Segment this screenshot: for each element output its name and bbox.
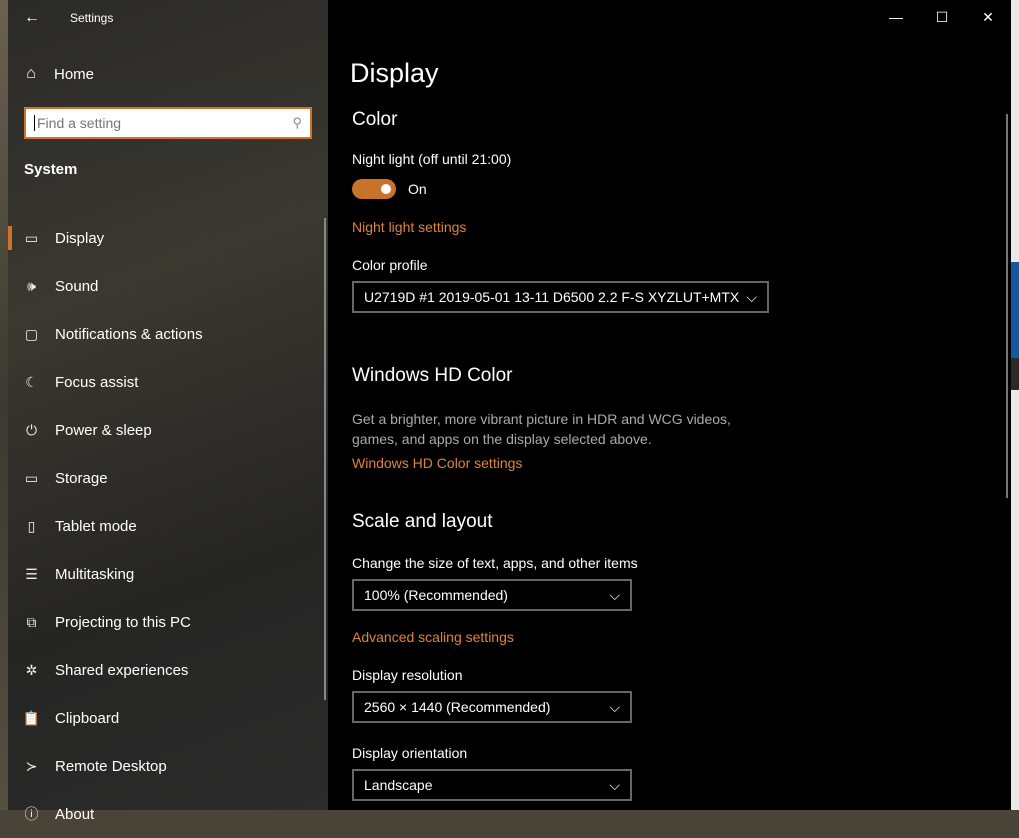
sidebar-item-icon: ✲ (25, 661, 38, 678)
sidebar-item-sound[interactable]: 🕪 Sound (8, 262, 328, 310)
home-icon: ⌂ (26, 65, 36, 82)
size-label: Change the size of text, apps, and other… (352, 555, 638, 571)
sidebar-item-label: Storage (55, 469, 108, 487)
back-arrow-icon[interactable]: ← (8, 9, 56, 27)
dropdown-value: U2719D #1 2019-05-01 13-11 D6500 2.2 F-S… (364, 289, 740, 305)
sidebar-item-clipboard[interactable]: 📋 Clipboard (8, 694, 328, 742)
sidebar-item-icon: ≻ (25, 757, 38, 774)
sidebar-item-label: Clipboard (55, 709, 120, 727)
resolution-label: Display resolution (352, 667, 463, 683)
chevron-down-icon: ⌵ (609, 776, 620, 793)
night-light-settings-link[interactable]: Night light settings (352, 219, 1011, 235)
sidebar-item-label: Tablet mode (55, 517, 137, 535)
sidebar-item-tablet-mode[interactable]: ▯ Tablet mode (8, 502, 328, 550)
sidebar-item-icon: 📋 (22, 709, 41, 726)
color-profile-label: Color profile (352, 257, 428, 273)
sidebar-item-icon: 🕪 (27, 277, 36, 294)
sidebar-item-about[interactable]: ⓘ About (8, 790, 328, 838)
sidebar-item-remote-desktop[interactable]: ≻ Remote Desktop (8, 742, 328, 790)
search-input[interactable] (34, 115, 293, 131)
sidebar-item-label: Focus assist (55, 373, 139, 391)
main-pane: — ☐ ✕ Display Color Night light (off unt… (328, 0, 1011, 810)
maximize-button[interactable]: ☐ (919, 0, 965, 34)
home-label: Home (54, 65, 95, 83)
background-window (1011, 0, 1019, 810)
resolution-dropdown[interactable]: 2560 × 1440 (Recommended) ⌵ (352, 691, 632, 723)
home-link[interactable]: ⌂ Home (8, 56, 328, 92)
color-profile-dropdown[interactable]: U2719D #1 2019-05-01 13-11 D6500 2.2 F-S… (352, 281, 769, 313)
nav-list: ▭ Display 🕪 Sound ▢ Notifications & actions ☾ F… (8, 214, 328, 838)
close-button[interactable]: ✕ (965, 0, 1011, 34)
sidebar-scrollbar[interactable] (324, 218, 326, 700)
settings-window: ← Settings ⌂ Home ⚲ System ▭ Display 🕪 Soun… (8, 0, 1011, 823)
sidebar-item-icon: ▯ (27, 517, 36, 534)
section-title: System (24, 161, 78, 178)
search-icon[interactable]: ⚲ (292, 115, 302, 131)
night-light-label: Night light (off until 21:00) (352, 151, 512, 167)
sidebar-item-label: Display (55, 229, 105, 247)
sidebar-item-storage[interactable]: ▭ Storage (8, 454, 328, 502)
orientation-dropdown[interactable]: Landscape ⌵ (352, 769, 632, 801)
sidebar-item-icon: ☾ (25, 373, 38, 390)
sidebar-item-notifications-actions[interactable]: ▢ Notifications & actions (8, 310, 328, 358)
sidebar-item-label: Multitasking (55, 565, 135, 583)
night-light-toggle[interactable]: On (352, 179, 1011, 199)
desktop-background (0, 0, 8, 810)
sidebar-item-shared-experiences[interactable]: ✲ Shared experiences (8, 646, 328, 694)
toggle-state: On (408, 181, 427, 197)
hd-color-heading: Windows HD Color (352, 365, 513, 386)
sidebar-item-icon: ▢ (24, 325, 39, 342)
dropdown-value: 2560 × 1440 (Recommended) (364, 699, 551, 715)
dropdown-value: 100% (Recommended) (364, 587, 508, 603)
sidebar-item-icon: ⧉ (26, 613, 37, 630)
sidebar-item-label: Power & sleep (55, 421, 152, 439)
main-scrollbar[interactable] (1006, 114, 1008, 498)
scale-dropdown[interactable]: 100% (Recommended) ⌵ (352, 579, 632, 611)
color-heading: Color (352, 109, 398, 130)
sidebar-item-label: Sound (55, 277, 99, 295)
chevron-down-icon: ⌵ (746, 288, 757, 305)
sidebar-item-icon: ▭ (24, 229, 39, 246)
page-title: Display (350, 58, 439, 88)
sidebar-item-icon: ⏻ (25, 421, 38, 438)
sidebar-item-icon: ⓘ (24, 806, 39, 822)
sidebar-item-label: Projecting to this PC (55, 613, 191, 631)
hd-color-description: Get a brighter, more vibrant picture in … (352, 411, 731, 447)
hd-color-settings-link[interactable]: Windows HD Color settings (352, 455, 1011, 471)
sidebar-item-label: About (55, 805, 95, 823)
sidebar-item-power-sleep[interactable]: ⏻ Power & sleep (8, 406, 328, 454)
sidebar-item-label: Notifications & actions (55, 325, 203, 343)
sidebar-item-icon: ☰ (25, 565, 38, 582)
search-box[interactable]: ⚲ (24, 107, 312, 139)
advanced-scaling-link[interactable]: Advanced scaling settings (352, 629, 1011, 645)
chevron-down-icon: ⌵ (609, 698, 620, 715)
minimize-button[interactable]: — (873, 0, 919, 34)
sidebar-item-multitasking[interactable]: ☰ Multitasking (8, 550, 328, 598)
sidebar-item-label: Shared experiences (55, 661, 189, 679)
sidebar-item-icon: ▭ (24, 469, 39, 486)
sidebar: ← Settings ⌂ Home ⚲ System ▭ Display 🕪 Soun… (8, 0, 328, 823)
sidebar-item-focus-assist[interactable]: ☾ Focus assist (8, 358, 328, 406)
chevron-down-icon: ⌵ (609, 586, 620, 603)
sidebar-item-projecting-to-this-pc[interactable]: ⧉ Projecting to this PC (8, 598, 328, 646)
sidebar-item-label: Remote Desktop (55, 757, 167, 775)
sidebar-item-display[interactable]: ▭ Display (8, 214, 328, 262)
dropdown-value: Landscape (364, 777, 433, 793)
orientation-label: Display orientation (352, 745, 468, 761)
scale-heading: Scale and layout (352, 511, 493, 532)
app-title: Settings (70, 11, 114, 25)
toggle-switch[interactable] (352, 179, 396, 199)
